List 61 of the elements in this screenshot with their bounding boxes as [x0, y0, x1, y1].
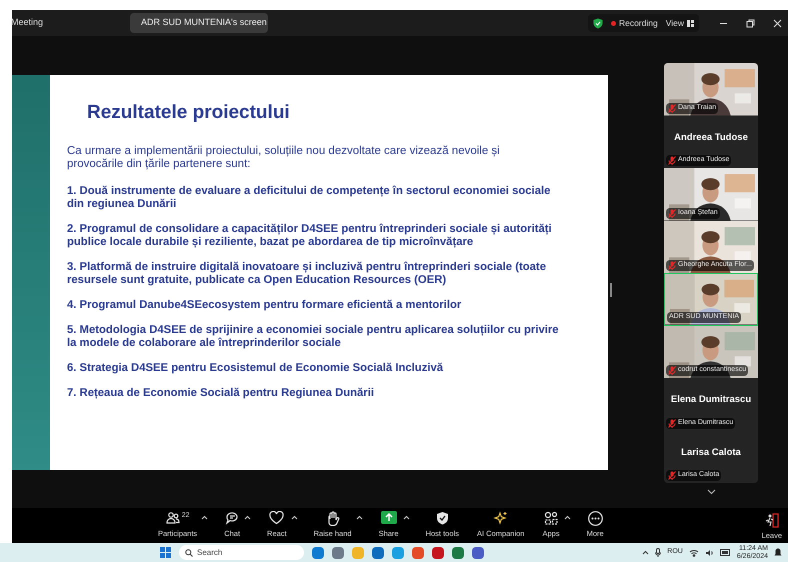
slide-list-item: 6. Strategia D4SEE pentru Ecosistemul de Economie Socială Incluzivă	[67, 362, 444, 374]
share-indicator-pill[interactable]: ADR SUD MUNTENIA's screen	[130, 13, 268, 33]
participant-name-title: Elena Dumitrascu	[670, 393, 752, 407]
microphone-icon[interactable]	[655, 548, 662, 557]
apps-icon	[544, 511, 558, 526]
slide-list-item: 3. Platformă de instruire digitală inovatoare și incluzivă pentru întreprinderi sociale (toate resursele sunt gratuite, publicate ca Open Education Resources (OER)	[67, 260, 547, 286]
caret-icon[interactable]	[356, 515, 363, 520]
participant-name-title: Larisa Calota	[680, 446, 742, 460]
sparkle-icon	[493, 511, 508, 526]
taskbar-app-icon[interactable]	[452, 546, 464, 558]
caret-icon[interactable]	[201, 515, 208, 520]
shield-icon	[436, 511, 449, 526]
speaker-icon[interactable]	[704, 548, 714, 556]
notification-bell-icon[interactable]	[774, 548, 782, 557]
close-icon[interactable]	[773, 18, 782, 28]
restore-icon[interactable]	[746, 18, 755, 28]
muted-mic-icon	[668, 156, 676, 165]
chevron-up-icon[interactable]	[642, 550, 650, 555]
share-label: ADR SUD MUNTENIA's screen	[141, 16, 267, 30]
exit-icon	[764, 513, 779, 528]
taskbar-app-icon[interactable]	[332, 546, 344, 558]
muted-mic-icon	[668, 418, 676, 428]
taskbar-app-icon[interactable]	[472, 546, 484, 558]
windows-start-icon[interactable]	[160, 547, 171, 558]
taskbar-app-icon[interactable]	[372, 546, 384, 558]
battery-icon[interactable]	[720, 549, 731, 556]
shield-check-icon	[592, 18, 603, 28]
recording-label: Recording	[618, 16, 658, 30]
caret-icon[interactable]	[402, 515, 410, 520]
muted-mic-icon	[668, 261, 676, 270]
view-button[interactable]: View	[666, 16, 684, 30]
people-icon	[166, 511, 180, 526]
participant-name-title: Andreea Tudose	[673, 130, 749, 144]
muted-mic-icon	[668, 471, 676, 480]
taskbar-app-icon[interactable]	[432, 546, 444, 558]
slide-list-item: 7. Rețeaua de Economie Socială pentru Regiunea Dunării	[67, 386, 375, 400]
muted-mic-icon	[668, 366, 676, 375]
slide-list-item: 2. Programul de consolidare a capacităților D4SEE pentru întreprinderi sociale și autorități publice locale durabile și reziliente, bazat pe abordarea de tip microînvățare	[67, 222, 553, 248]
slide-intro: Ca urmare a implementării proiectului, soluțiile nou dezvoltate care vizează nevoile și provocările din țările partenere sunt:	[67, 144, 501, 170]
search-icon	[185, 548, 193, 556]
hand-icon	[326, 511, 340, 526]
slide-list-item: 4. Programul Danube4SEecosystem pentru formare eficientă a mentorilor	[67, 298, 462, 312]
chat-icon	[225, 511, 240, 526]
scroll-down-icon[interactable]	[706, 489, 716, 495]
caret-icon[interactable]	[290, 515, 298, 520]
slide-list-item: 1. Două instrumente de evaluare a deficitului de competențe în sectorul economiei sociale din regiunea Dunării	[67, 184, 552, 210]
slide-title: Rezultatele proiectului	[87, 101, 291, 125]
slide-list-item: 5. Metodologia D4SEE de sprijinire a economiei sociale pentru aplicarea soluțiilor cu privire la modele de colaborare ale întreprinderilor sociale	[67, 324, 560, 350]
splitter-handle[interactable]	[610, 283, 612, 297]
taskbar-app-icon[interactable]	[412, 546, 424, 558]
wifi-icon[interactable]	[688, 548, 699, 556]
muted-mic-icon	[668, 208, 676, 218]
caret-icon[interactable]	[244, 515, 252, 520]
more-icon	[588, 511, 603, 526]
taskbar-app-icon[interactable]	[312, 546, 324, 558]
share-screen-icon	[380, 511, 397, 524]
caret-icon[interactable]	[564, 515, 571, 520]
layout-icon	[687, 20, 694, 26]
search-field[interactable]: Search	[179, 545, 304, 560]
muted-mic-icon	[668, 104, 676, 112]
heart-icon	[269, 511, 284, 526]
